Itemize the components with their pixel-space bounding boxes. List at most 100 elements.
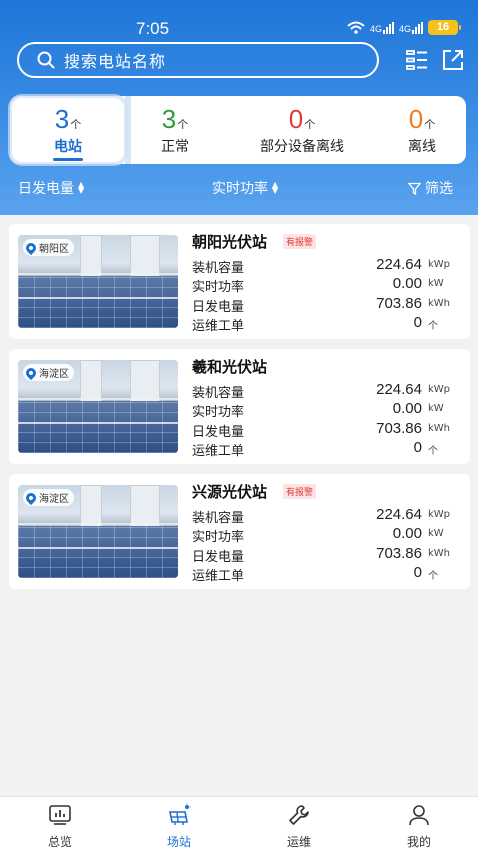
summary-offline[interactable]: 0个 离线 — [400, 104, 444, 156]
battery-icon: 16 — [428, 20, 461, 35]
energy-value: 703.86 — [376, 545, 422, 562]
search-input[interactable]: 搜索电站名称 — [17, 42, 379, 78]
power-value: 0.00 — [392, 400, 422, 417]
capacity-row: 装机容量 224.64 kWp — [192, 256, 454, 276]
capacity-value: 224.64 — [376, 256, 422, 273]
photo-rail — [18, 547, 178, 549]
summary-unit: 个 — [177, 118, 189, 131]
work-orders-unit: 个 — [428, 571, 438, 582]
sort-arrows-icon: ▲ ▼ — [272, 180, 279, 195]
work-orders-row: 运维工单 0 个 — [192, 314, 454, 334]
power-row: 实时功率 0.00 kW — [192, 275, 454, 295]
nav-profile-label: 我的 — [406, 835, 431, 849]
share-export-icon[interactable] — [441, 48, 465, 72]
work-orders-unit: 个 — [428, 446, 438, 457]
work-orders-value: 0 — [413, 314, 422, 331]
sort-daily-energy-label: 日发电量 — [18, 181, 74, 197]
power-row: 实时功率 0.00 kW — [192, 525, 454, 545]
summary-normal-count: 3 — [161, 104, 177, 134]
sort-realtime-power[interactable]: 实时功率 ▲ ▼ — [212, 178, 278, 198]
capacity-label: 装机容量 — [192, 386, 245, 401]
status-time: 7:05 — [136, 19, 170, 38]
power-label: 实时功率 — [192, 405, 245, 420]
filter-button[interactable]: 筛选 — [408, 178, 453, 198]
station-card[interactable]: 海淀区 兴源光伏站 有报警 装机容量 224.64 kWp 实时功率 0.00 … — [9, 474, 470, 589]
network-type-1: 4G — [369, 23, 382, 34]
list-view-icon[interactable] — [405, 48, 429, 72]
photo-solar-panels — [18, 276, 178, 328]
summary-stations-count: 3 — [54, 104, 70, 134]
energy-row: 日发电量 703.86 kWh — [192, 545, 454, 565]
summary-offline-count: 0 — [408, 104, 424, 134]
nav-maintenance[interactable]: 运维 — [269, 803, 329, 850]
station-name[interactable]: 羲和光伏站 — [192, 356, 267, 377]
signal-icon-2: 4G — [398, 21, 423, 34]
station-photo: 海淀区 — [18, 485, 178, 578]
energy-label: 日发电量 — [192, 425, 245, 440]
energy-row: 日发电量 703.86 kWh — [192, 420, 454, 440]
capacity-unit: kWp — [428, 509, 451, 520]
work-orders-label: 运维工单 — [192, 569, 245, 584]
summary-normal[interactable]: 3个 正常 — [150, 104, 200, 156]
power-unit: kW — [428, 403, 444, 414]
station-photo: 朝阳区 — [18, 235, 178, 328]
station-summary-panel: 3个 电站 3个 正常 0个 部分设备离线 0个 离线 — [10, 96, 466, 164]
photo-rail — [18, 422, 178, 424]
location-pin-icon — [23, 490, 39, 505]
network-type-2: 4G — [398, 23, 411, 34]
power-row: 实时功率 0.00 kW — [192, 400, 454, 420]
nav-overview[interactable]: 总览 — [30, 803, 90, 850]
summary-unit: 个 — [70, 118, 82, 131]
district-label: 海淀区 — [39, 369, 69, 380]
district-label: 朝阳区 — [39, 244, 69, 255]
bottom-nav: 总览 场站 运维 我的 — [0, 796, 478, 850]
power-unit: kW — [428, 278, 444, 289]
district-tag: 海淀区 — [23, 364, 74, 381]
active-tab-underline — [53, 158, 83, 161]
alarm-badge: 有报警 — [283, 484, 317, 499]
sort-daily-energy[interactable]: 日发电量 ▲ ▼ — [18, 178, 84, 198]
photo-rail — [18, 523, 178, 525]
location-pin-icon — [23, 365, 39, 380]
signal-icon-1: 4G — [369, 21, 394, 34]
nav-stations[interactable]: 场站 — [149, 803, 209, 850]
summary-unit: 个 — [424, 118, 436, 131]
summary-stations-label: 电站 — [54, 139, 82, 155]
overview-chart-icon — [49, 805, 71, 825]
photo-rail — [18, 398, 178, 400]
energy-unit: kWh — [428, 423, 451, 434]
work-orders-unit: 个 — [428, 321, 438, 332]
capacity-label: 装机容量 — [192, 261, 245, 276]
filter-funnel-icon — [408, 182, 421, 195]
summary-stations[interactable]: 3个 电站 — [12, 104, 124, 161]
station-card[interactable]: 海淀区 羲和光伏站 装机容量 224.64 kWp 实时功率 0.00 kW 日… — [9, 349, 470, 464]
energy-value: 703.86 — [376, 295, 422, 312]
nav-maintenance-label: 运维 — [286, 835, 311, 849]
summary-offline-label: 离线 — [408, 139, 436, 155]
station-name[interactable]: 兴源光伏站 — [192, 481, 267, 502]
work-orders-value: 0 — [413, 564, 422, 581]
nav-stations-label: 场站 — [166, 835, 191, 849]
power-label: 实时功率 — [192, 530, 245, 545]
status-icons: 4G 4G 16 — [347, 20, 461, 35]
district-tag: 海淀区 — [23, 489, 74, 506]
summary-divider — [125, 96, 131, 164]
summary-normal-label: 正常 — [161, 139, 189, 155]
energy-label: 日发电量 — [192, 300, 245, 315]
status-bar: 7:05 4G 4G 16 — [0, 0, 478, 40]
station-name[interactable]: 朝阳光伏站 — [192, 231, 267, 252]
district-tag: 朝阳区 — [23, 239, 74, 256]
work-orders-label: 运维工单 — [192, 444, 245, 459]
energy-unit: kWh — [428, 548, 451, 559]
station-solar-icon — [169, 803, 191, 825]
nav-profile[interactable]: 我的 — [389, 803, 449, 850]
summary-partial-offline[interactable]: 0个 部分设备离线 — [242, 104, 362, 156]
wrench-icon — [289, 805, 309, 825]
station-card[interactable]: 朝阳区 朝阳光伏站 有报警 装机容量 224.64 kWp 实时功率 0.00 … — [9, 224, 470, 339]
energy-value: 703.86 — [376, 420, 422, 437]
capacity-label: 装机容量 — [192, 511, 245, 526]
work-orders-label: 运维工单 — [192, 319, 245, 334]
capacity-unit: kWp — [428, 384, 451, 395]
work-orders-value: 0 — [413, 439, 422, 456]
work-orders-row: 运维工单 0 个 — [192, 564, 454, 584]
